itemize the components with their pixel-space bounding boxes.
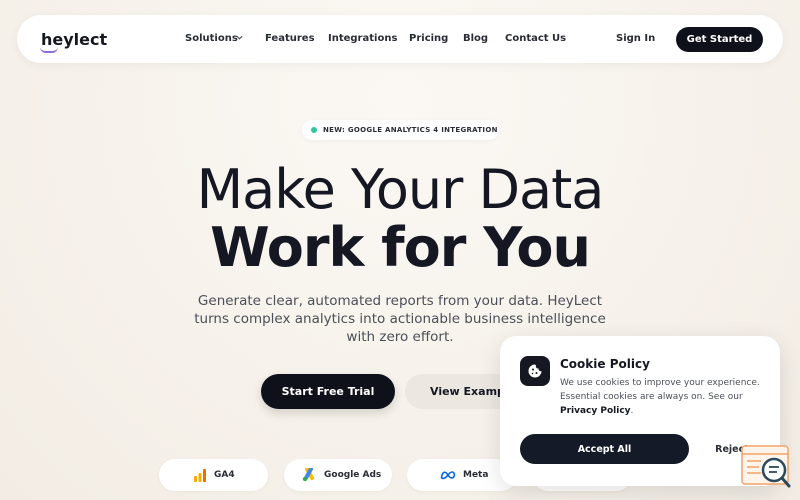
nav-contact[interactable]: Contact Us [505,33,566,44]
hero-title-line2: Work for You [210,216,591,279]
announcement-badge[interactable]: NEW: GOOGLE ANALYTICS 4 INTEGRATION [302,120,499,140]
top-navbar: heylect Solutions Features Integrations … [17,15,783,63]
nav-solutions[interactable]: Solutions [185,33,238,44]
integration-label: Meta [463,470,489,480]
cookie-icon [520,356,550,386]
cookie-description: We use cookies to improve your experienc… [560,376,765,418]
nav-blog[interactable]: Blog [463,33,488,44]
integration-label: Google Ads [324,470,382,480]
cookie-banner: Cookie Policy We use cookies to improve … [500,336,780,486]
hero-title-line1: Make Your Data [196,158,605,221]
bar-chart-icon [193,468,207,482]
nav-features[interactable]: Features [265,33,315,44]
accept-all-button[interactable]: Accept All [520,434,689,464]
integration-label: GA4 [214,470,235,480]
status-dot [311,127,317,133]
get-started-button[interactable]: Get Started [676,27,763,52]
nav-integrations[interactable]: Integrations [328,33,397,44]
badge-text: NEW: GOOGLE ANALYTICS 4 INTEGRATION [323,126,498,134]
integration-chip-ga4[interactable]: GA4 [159,459,268,491]
integration-chip-google-ads[interactable]: Google Ads [284,459,392,491]
logo-underline [40,47,58,53]
cookie-title: Cookie Policy [560,357,650,371]
start-free-trial-button[interactable]: Start Free Trial [261,374,395,409]
cookie-text: We use cookies to improve your experienc… [560,378,760,402]
sign-in-link[interactable]: Sign In [616,33,655,44]
nav-pricing[interactable]: Pricing [409,33,448,44]
privacy-policy-link[interactable]: Privacy Policy [560,406,631,416]
google-ads-icon [301,468,317,482]
support-widget-icon[interactable] [741,444,791,490]
meta-icon [440,470,456,480]
chevron-down-icon[interactable] [235,33,244,45]
cookie-text-end: . [630,406,634,416]
